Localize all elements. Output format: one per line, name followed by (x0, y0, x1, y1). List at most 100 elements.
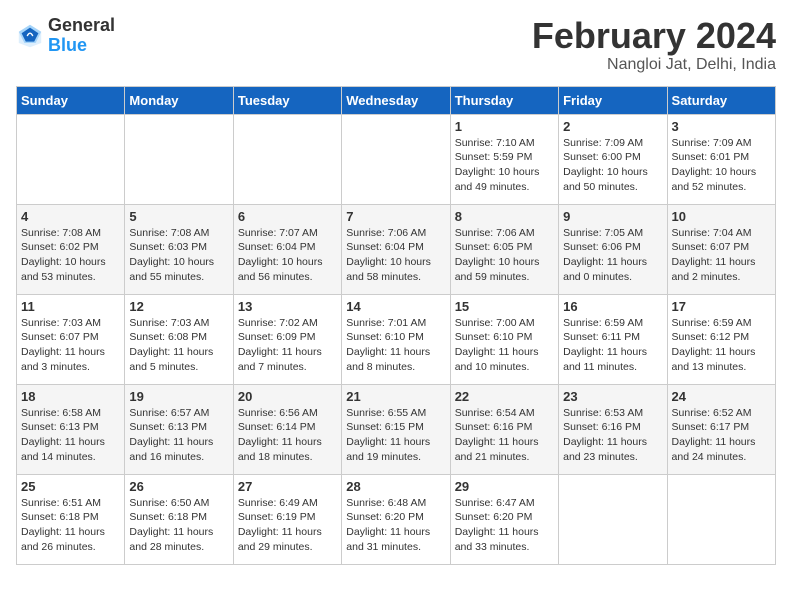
day-info: Sunrise: 6:59 AMSunset: 6:11 PMDaylight:… (563, 316, 662, 375)
day-info: Sunrise: 7:01 AMSunset: 6:10 PMDaylight:… (346, 316, 445, 375)
calendar-cell: 26 Sunrise: 6:50 AMSunset: 6:18 PMDayligh… (125, 474, 233, 564)
day-number: 18 (21, 389, 120, 404)
day-number: 19 (129, 389, 228, 404)
day-info: Sunrise: 6:50 AMSunset: 6:18 PMDaylight:… (129, 496, 228, 555)
day-info: Sunrise: 6:52 AMSunset: 6:17 PMDaylight:… (672, 406, 771, 465)
calendar-cell: 20 Sunrise: 6:56 AMSunset: 6:14 PMDayligh… (233, 384, 341, 474)
calendar-cell: 14 Sunrise: 7:01 AMSunset: 6:10 PMDayligh… (342, 294, 450, 384)
day-number: 28 (346, 479, 445, 494)
calendar-cell: 28 Sunrise: 6:48 AMSunset: 6:20 PMDayligh… (342, 474, 450, 564)
title-block: February 2024 Nangloi Jat, Delhi, India (532, 16, 776, 74)
day-number: 5 (129, 209, 228, 224)
day-info: Sunrise: 7:09 AMSunset: 6:01 PMDaylight:… (672, 136, 771, 195)
day-info: Sunrise: 6:53 AMSunset: 6:16 PMDaylight:… (563, 406, 662, 465)
day-number: 29 (455, 479, 554, 494)
calendar-body: 1Sunrise: 7:10 AMSunset: 5:59 PMDaylight… (17, 114, 776, 564)
day-info: Sunrise: 7:09 AMSunset: 6:00 PMDaylight:… (563, 136, 662, 195)
calendar-table: SundayMondayTuesdayWednesdayThursdayFrid… (16, 86, 776, 565)
calendar-cell (342, 114, 450, 204)
calendar-cell (233, 114, 341, 204)
day-number: 20 (238, 389, 337, 404)
day-info: Sunrise: 6:47 AMSunset: 6:20 PMDaylight:… (455, 496, 554, 555)
calendar-cell: 18 Sunrise: 6:58 AMSunset: 6:13 PMDayligh… (17, 384, 125, 474)
month-title: February 2024 (532, 16, 776, 56)
logo-general-text: General (48, 15, 115, 35)
calendar-cell: 1Sunrise: 7:10 AMSunset: 5:59 PMDaylight… (450, 114, 558, 204)
day-number: 14 (346, 299, 445, 314)
day-info: Sunrise: 6:56 AMSunset: 6:14 PMDaylight:… (238, 406, 337, 465)
location: Nangloi Jat, Delhi, India (532, 56, 776, 74)
calendar-cell: 3 Sunrise: 7:09 AMSunset: 6:01 PMDaylight… (667, 114, 775, 204)
day-number: 21 (346, 389, 445, 404)
day-info: Sunrise: 7:05 AMSunset: 6:06 PMDaylight:… (563, 226, 662, 285)
day-number: 15 (455, 299, 554, 314)
calendar-cell: 7 Sunrise: 7:06 AMSunset: 6:04 PMDaylight… (342, 204, 450, 294)
calendar-cell: 27 Sunrise: 6:49 AMSunset: 6:19 PMDayligh… (233, 474, 341, 564)
calendar-cell: 16 Sunrise: 6:59 AMSunset: 6:11 PMDayligh… (559, 294, 667, 384)
day-number: 25 (21, 479, 120, 494)
day-number: 24 (672, 389, 771, 404)
week-row-2: 11 Sunrise: 7:03 AMSunset: 6:07 PMDayligh… (17, 294, 776, 384)
day-number: 4 (21, 209, 120, 224)
day-info: Sunrise: 7:08 AMSunset: 6:03 PMDaylight:… (129, 226, 228, 285)
day-number: 26 (129, 479, 228, 494)
calendar-header: SundayMondayTuesdayWednesdayThursdayFrid… (17, 86, 776, 114)
day-number: 2 (563, 119, 662, 134)
week-row-4: 25 Sunrise: 6:51 AMSunset: 6:18 PMDayligh… (17, 474, 776, 564)
day-number: 10 (672, 209, 771, 224)
calendar-cell: 10 Sunrise: 7:04 AMSunset: 6:07 PMDayligh… (667, 204, 775, 294)
calendar-cell: 17Sunrise: 6:59 AMSunset: 6:12 PMDayligh… (667, 294, 775, 384)
day-info: Sunrise: 6:54 AMSunset: 6:16 PMDaylight:… (455, 406, 554, 465)
day-info: Sunrise: 6:49 AMSunset: 6:19 PMDaylight:… (238, 496, 337, 555)
day-of-week-tuesday: Tuesday (233, 86, 341, 114)
calendar-cell: 22 Sunrise: 6:54 AMSunset: 6:16 PMDayligh… (450, 384, 558, 474)
day-info: Sunrise: 7:03 AMSunset: 6:08 PMDaylight:… (129, 316, 228, 375)
calendar-cell: 4Sunrise: 7:08 AMSunset: 6:02 PMDaylight… (17, 204, 125, 294)
logo-blue-text: Blue (48, 35, 87, 55)
day-number: 1 (455, 119, 554, 134)
calendar-cell: 21 Sunrise: 6:55 AMSunset: 6:15 PMDayligh… (342, 384, 450, 474)
day-number: 3 (672, 119, 771, 134)
calendar-cell (667, 474, 775, 564)
day-info: Sunrise: 6:48 AMSunset: 6:20 PMDaylight:… (346, 496, 445, 555)
day-info: Sunrise: 6:57 AMSunset: 6:13 PMDaylight:… (129, 406, 228, 465)
day-of-week-wednesday: Wednesday (342, 86, 450, 114)
calendar-cell: 11 Sunrise: 7:03 AMSunset: 6:07 PMDayligh… (17, 294, 125, 384)
day-of-week-thursday: Thursday (450, 86, 558, 114)
day-info: Sunrise: 6:51 AMSunset: 6:18 PMDaylight:… (21, 496, 120, 555)
day-of-week-friday: Friday (559, 86, 667, 114)
day-number: 16 (563, 299, 662, 314)
day-number: 7 (346, 209, 445, 224)
calendar-cell: 8Sunrise: 7:06 AMSunset: 6:05 PMDaylight… (450, 204, 558, 294)
logo: General Blue (16, 16, 115, 56)
day-info: Sunrise: 6:55 AMSunset: 6:15 PMDaylight:… (346, 406, 445, 465)
day-info: Sunrise: 7:03 AMSunset: 6:07 PMDaylight:… (21, 316, 120, 375)
day-info: Sunrise: 6:58 AMSunset: 6:13 PMDaylight:… (21, 406, 120, 465)
calendar-cell: 13Sunrise: 7:02 AMSunset: 6:09 PMDayligh… (233, 294, 341, 384)
day-number: 27 (238, 479, 337, 494)
calendar-cell (17, 114, 125, 204)
page-header: General Blue February 2024 Nangloi Jat, … (16, 16, 776, 74)
day-number: 13 (238, 299, 337, 314)
calendar-cell: 23Sunrise: 6:53 AMSunset: 6:16 PMDayligh… (559, 384, 667, 474)
day-of-week-monday: Monday (125, 86, 233, 114)
calendar-cell: 19 Sunrise: 6:57 AMSunset: 6:13 PMDayligh… (125, 384, 233, 474)
day-of-week-saturday: Saturday (667, 86, 775, 114)
week-row-1: 4Sunrise: 7:08 AMSunset: 6:02 PMDaylight… (17, 204, 776, 294)
calendar-cell: 2 Sunrise: 7:09 AMSunset: 6:00 PMDaylight… (559, 114, 667, 204)
day-number: 11 (21, 299, 120, 314)
day-info: Sunrise: 7:00 AMSunset: 6:10 PMDaylight:… (455, 316, 554, 375)
day-info: Sunrise: 7:04 AMSunset: 6:07 PMDaylight:… (672, 226, 771, 285)
logo-icon (16, 22, 44, 50)
week-row-3: 18 Sunrise: 6:58 AMSunset: 6:13 PMDayligh… (17, 384, 776, 474)
calendar-cell: 15 Sunrise: 7:00 AMSunset: 6:10 PMDayligh… (450, 294, 558, 384)
day-of-week-sunday: Sunday (17, 86, 125, 114)
calendar-cell: 24 Sunrise: 6:52 AMSunset: 6:17 PMDayligh… (667, 384, 775, 474)
day-number: 22 (455, 389, 554, 404)
calendar-cell: 12Sunrise: 7:03 AMSunset: 6:08 PMDayligh… (125, 294, 233, 384)
day-info: Sunrise: 7:06 AMSunset: 6:04 PMDaylight:… (346, 226, 445, 285)
day-number: 8 (455, 209, 554, 224)
day-info: Sunrise: 7:07 AMSunset: 6:04 PMDaylight:… (238, 226, 337, 285)
day-info: Sunrise: 6:59 AMSunset: 6:12 PMDaylight:… (672, 316, 771, 375)
week-row-0: 1Sunrise: 7:10 AMSunset: 5:59 PMDaylight… (17, 114, 776, 204)
